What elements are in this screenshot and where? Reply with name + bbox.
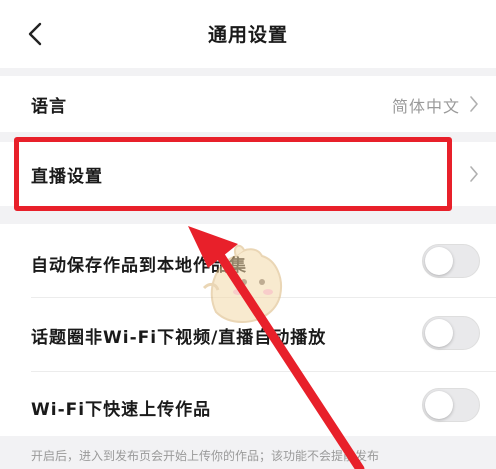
wifi-upload-toggle[interactable] xyxy=(422,388,480,422)
toggle-knob xyxy=(425,319,453,347)
wifi-upload-row: Wi-Fi下快速上传作品 xyxy=(0,372,496,436)
language-label: 语言 xyxy=(31,97,67,117)
page-title: 通用设置 xyxy=(207,24,288,46)
footnote-text: 开启后，进入到发布页会开始上传你的作品；该功能不会提前发布 xyxy=(31,449,380,463)
auto-save-toggle[interactable] xyxy=(422,244,480,278)
highlight-box xyxy=(14,137,452,211)
topic-autoplay-toggle[interactable] xyxy=(422,316,480,350)
wifi-upload-label: Wi-Fi下快速上传作品 xyxy=(31,400,212,420)
mascot-watermark-icon xyxy=(202,244,282,324)
section-gap xyxy=(0,68,496,76)
toggle-knob xyxy=(425,247,453,275)
toggle-knob xyxy=(425,391,453,419)
header-bar: 通用设置 xyxy=(0,0,496,68)
language-row[interactable]: 语言 简体中文 xyxy=(0,76,496,132)
language-value: 简体中文 xyxy=(391,97,460,116)
chevron-right-icon xyxy=(470,166,478,182)
chevron-right-icon xyxy=(470,96,478,112)
